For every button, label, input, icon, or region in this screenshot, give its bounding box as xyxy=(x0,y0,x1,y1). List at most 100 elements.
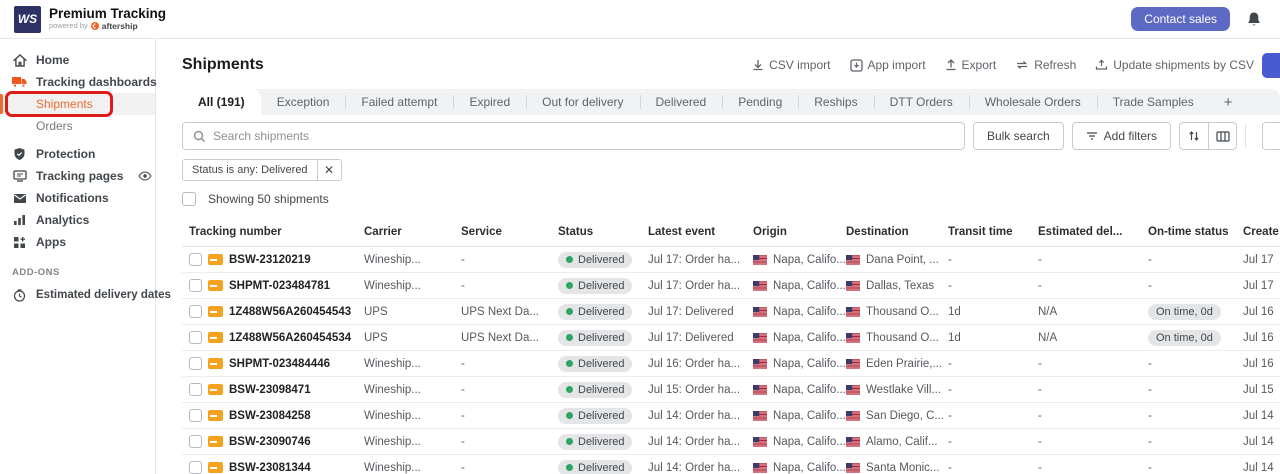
csv-import-button[interactable]: CSV import xyxy=(752,58,830,72)
sidebar-item-shipments[interactable]: Shipments xyxy=(0,93,155,115)
carrier-cell: Wineship... xyxy=(364,280,461,292)
tab-wholesale-orders[interactable]: Wholesale Orders xyxy=(969,89,1097,115)
col-carrier[interactable]: Carrier xyxy=(364,226,461,238)
latest-event-cell: Jul 16: Order ha... xyxy=(648,358,753,370)
table-row[interactable]: SHPMT-023484446 Wineship... - Delivered … xyxy=(182,351,1280,377)
row-checkbox[interactable] xyxy=(189,435,202,448)
col-destination[interactable]: Destination xyxy=(846,226,948,238)
export-button[interactable]: Export xyxy=(945,58,997,72)
select-all-checkbox[interactable] xyxy=(182,192,196,206)
sidebar-item-analytics[interactable]: Analytics xyxy=(0,209,155,231)
col-service[interactable]: Service xyxy=(461,226,558,238)
refresh-button[interactable]: Refresh xyxy=(1015,58,1076,72)
table-row[interactable]: 1Z488W56A260454534 UPS UPS Next Da... De… xyxy=(182,325,1280,351)
service-cell: - xyxy=(461,280,558,292)
eye-icon[interactable] xyxy=(138,171,152,181)
tracking-number-link[interactable]: SHPMT-023484446 xyxy=(229,358,330,370)
on-time-status-cell: - xyxy=(1148,462,1152,474)
us-flag-icon xyxy=(753,255,767,265)
columns-button[interactable] xyxy=(1208,123,1236,149)
app-import-button[interactable]: App import xyxy=(850,58,926,72)
tab-all[interactable]: All (191) xyxy=(182,89,261,115)
sidebar-item-apps[interactable]: Apps xyxy=(0,231,155,253)
col-tracking-number[interactable]: Tracking number xyxy=(189,226,364,238)
add-tab-button[interactable]: + xyxy=(1210,89,1247,115)
row-checkbox[interactable] xyxy=(189,279,202,292)
add-filters-button[interactable]: Add filters xyxy=(1072,122,1171,150)
service-cell: - xyxy=(461,410,558,422)
tab-trade-samples[interactable]: Trade Samples xyxy=(1097,89,1210,115)
us-flag-icon xyxy=(846,437,860,447)
sidebar-item-orders[interactable]: Orders xyxy=(0,115,155,137)
tab-exception[interactable]: Exception xyxy=(261,89,346,115)
sidebar-item-protection[interactable]: Protection xyxy=(0,143,155,165)
row-checkbox[interactable] xyxy=(189,409,202,422)
table-row[interactable]: BSW-23120219 Wineship... - Delivered Jul… xyxy=(182,247,1280,273)
tab-reships[interactable]: Reships xyxy=(798,89,873,115)
table-row[interactable]: BSW-23098471 Wineship... - Delivered Jul… xyxy=(182,377,1280,403)
tracking-number-link[interactable]: BSW-23090746 xyxy=(229,436,311,448)
col-estimated-delivery[interactable]: Estimated del... xyxy=(1038,226,1148,238)
sidebar-item-home[interactable]: Home xyxy=(0,49,155,71)
col-origin[interactable]: Origin xyxy=(753,226,846,238)
row-checkbox[interactable] xyxy=(189,383,202,396)
secondary-action-button-truncated[interactable] xyxy=(1262,122,1280,150)
us-flag-icon xyxy=(846,385,860,395)
sidebar-item-tracking-pages[interactable]: Tracking pages xyxy=(0,165,155,187)
bulk-search-button[interactable]: Bulk search xyxy=(973,122,1064,150)
search-box[interactable] xyxy=(182,122,965,150)
col-transit-time[interactable]: Transit time xyxy=(948,226,1038,238)
tab-out-for-delivery[interactable]: Out for delivery xyxy=(526,89,639,115)
tab-pending[interactable]: Pending xyxy=(722,89,798,115)
tracking-number-link[interactable]: 1Z488W56A260454534 xyxy=(229,332,351,344)
estimated-delivery-cell: - xyxy=(1038,436,1148,448)
row-checkbox[interactable] xyxy=(189,331,202,344)
sidebar-item-notifications[interactable]: Notifications xyxy=(0,187,155,209)
service-cell: - xyxy=(461,254,558,266)
sidebar-item-tracking-dashboards[interactable]: Tracking dashboards xyxy=(0,71,155,93)
carrier-logo-icon xyxy=(208,280,223,291)
table-row[interactable]: 1Z488W56A260454543 UPS UPS Next Da... De… xyxy=(182,299,1280,325)
row-checkbox[interactable] xyxy=(189,305,202,318)
contact-sales-button[interactable]: Contact sales xyxy=(1131,7,1230,31)
tracking-number-link[interactable]: BSW-23098471 xyxy=(229,384,311,396)
shipment-count-text: Showing 50 shipments xyxy=(208,192,329,206)
filter-icon xyxy=(1086,131,1098,141)
created-date-cell: Jul 14 xyxy=(1243,436,1280,448)
upload-icon xyxy=(945,59,957,71)
latest-event-cell: Jul 15: Order ha... xyxy=(648,384,753,396)
sort-button[interactable] xyxy=(1180,123,1208,149)
update-shipments-csv-button[interactable]: Update shipments by CSV xyxy=(1095,58,1254,72)
tab-failed-attempt[interactable]: Failed attempt xyxy=(345,89,453,115)
row-checkbox[interactable] xyxy=(189,357,202,370)
tracking-number-link[interactable]: SHPMT-023484781 xyxy=(229,280,330,292)
tab-expired[interactable]: Expired xyxy=(453,89,526,115)
table-row[interactable]: BSW-23084258 Wineship... - Delivered Jul… xyxy=(182,403,1280,429)
primary-action-button-truncated[interactable] xyxy=(1262,53,1280,78)
col-status[interactable]: Status xyxy=(558,226,648,238)
search-input[interactable] xyxy=(213,129,954,143)
origin-cell: Napa, Califo... xyxy=(773,358,846,370)
table-row[interactable]: BSW-23081344 Wineship... - Delivered Jul… xyxy=(182,455,1280,474)
col-latest-event[interactable]: Latest event xyxy=(648,226,753,238)
delivered-dot-icon xyxy=(566,386,573,393)
table-row[interactable]: SHPMT-023484781 Wineship... - Delivered … xyxy=(182,273,1280,299)
estimated-delivery-cell: N/A xyxy=(1038,306,1148,318)
tracking-number-link[interactable]: BSW-23081344 xyxy=(229,462,311,474)
tracking-number-link[interactable]: 1Z488W56A260454543 xyxy=(229,306,351,318)
sidebar-item-estimated-delivery-dates[interactable]: Estimated delivery dates xyxy=(0,284,155,306)
notification-bell-icon[interactable] xyxy=(1246,11,1262,28)
col-on-time-status[interactable]: On-time status xyxy=(1148,226,1243,238)
tab-delivered[interactable]: Delivered xyxy=(640,89,723,115)
row-checkbox[interactable] xyxy=(189,253,202,266)
tab-dtt-orders[interactable]: DTT Orders xyxy=(874,89,969,115)
status-badge: Delivered xyxy=(558,252,632,268)
destination-cell: Thousand O... xyxy=(866,332,939,344)
tracking-number-link[interactable]: BSW-23120219 xyxy=(229,254,311,266)
row-checkbox[interactable] xyxy=(189,461,202,474)
tracking-number-link[interactable]: BSW-23084258 xyxy=(229,410,311,422)
col-created-date[interactable]: Create d... xyxy=(1243,226,1280,238)
table-row[interactable]: BSW-23090746 Wineship... - Delivered Jul… xyxy=(182,429,1280,455)
filter-chip-close-icon[interactable]: ✕ xyxy=(317,160,341,180)
on-time-status-cell: - xyxy=(1148,254,1152,266)
